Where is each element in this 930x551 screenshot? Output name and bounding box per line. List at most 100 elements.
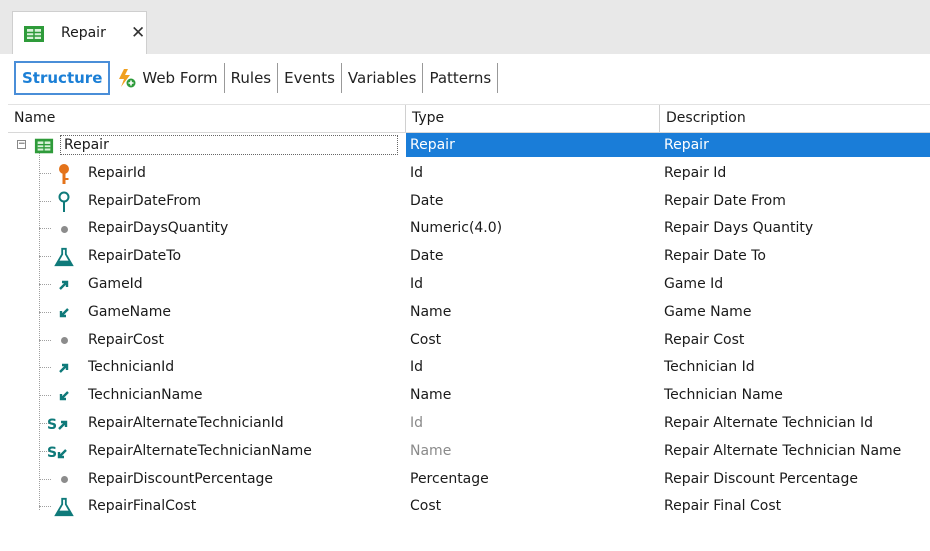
table-row[interactable]: S RepairAlternateTechnicianId Id Repair Alt… <box>8 410 930 438</box>
attribute-type[interactable]: Numeric(4.0) <box>410 215 502 243</box>
attribute-type[interactable]: Name <box>410 299 451 327</box>
object-part-tabs: Structure Web Form Rules Events Variable… <box>14 61 499 95</box>
subtype-inferred-icon: S <box>46 442 76 462</box>
attribute-name[interactable]: RepairAlternateTechnicianId <box>88 410 284 438</box>
attribute-type[interactable]: Name <box>410 438 451 466</box>
tab-structure[interactable]: Structure <box>14 61 111 95</box>
tree-branch-line <box>39 339 51 341</box>
formula-flask-icon <box>54 497 74 517</box>
svg-text:S: S <box>47 445 57 460</box>
candidate-key-icon <box>54 191 74 212</box>
inferred-attribute-icon <box>54 303 74 323</box>
attribute-type[interactable]: Id <box>410 160 423 188</box>
attribute-name[interactable]: RepairDateFrom <box>88 188 201 216</box>
tree-branch-line <box>39 478 51 480</box>
table-row-root[interactable]: − Repair Repair Repair <box>8 132 930 160</box>
tree-branch-line <box>39 395 51 397</box>
attribute-description[interactable]: Repair Date To <box>664 243 766 271</box>
attribute-description[interactable]: Repair Alternate Technician Id <box>664 410 873 438</box>
attribute-name[interactable]: GameName <box>88 299 171 327</box>
attribute-type[interactable]: Id <box>410 271 423 299</box>
foreign-key-icon <box>54 358 74 378</box>
primary-key-icon <box>54 163 74 184</box>
tree-branch-line <box>39 256 51 258</box>
document-tabstrip: Repair ✕ <box>0 0 930 54</box>
structure-grid: − Repair Repair Repair RepairId Id Repair … <box>8 132 930 521</box>
attribute-type[interactable]: Name <box>410 382 451 410</box>
table-row[interactable]: GameName Name Game Name <box>8 299 930 327</box>
table-row[interactable]: TechnicianId Id Technician Id <box>8 354 930 382</box>
tab-rules[interactable]: Rules <box>225 63 279 93</box>
table-row[interactable]: RepairCost Cost Repair Cost <box>8 327 930 355</box>
tab-variables[interactable]: Variables <box>342 63 424 93</box>
foreign-key-icon <box>54 275 74 295</box>
table-row[interactable]: RepairFinalCost Cost Repair Final Cost <box>8 493 930 521</box>
table-row[interactable]: RepairId Id Repair Id <box>8 160 930 188</box>
table-row[interactable]: RepairDaysQuantity Numeric(4.0) Repair Day… <box>8 215 930 243</box>
attribute-description[interactable]: Repair Cost <box>664 327 744 355</box>
attribute-name[interactable]: RepairAlternateTechnicianName <box>88 438 312 466</box>
subtype-foreign-key-icon: S <box>46 414 76 434</box>
attribute-name[interactable]: RepairDiscountPercentage <box>88 466 273 494</box>
table-row[interactable]: GameId Id Game Id <box>8 271 930 299</box>
attribute-description[interactable]: Game Name <box>664 299 751 327</box>
attribute-type[interactable]: Cost <box>410 327 441 355</box>
formula-flask-icon <box>54 247 74 267</box>
attribute-type[interactable]: Cost <box>410 493 441 521</box>
attribute-description[interactable]: Repair Alternate Technician Name <box>664 438 901 466</box>
tree-branch-line <box>39 367 51 369</box>
svg-text:S: S <box>47 417 57 432</box>
tree-branch-line <box>39 506 51 508</box>
attribute-name[interactable]: RepairDateTo <box>88 243 181 271</box>
attribute-description[interactable]: Repair Discount Percentage <box>664 466 858 494</box>
tree-branch-line <box>39 311 51 313</box>
table-row[interactable]: TechnicianName Name Technician Name <box>8 382 930 410</box>
grid-header: Name Type Description <box>8 104 930 133</box>
tree-branch-line <box>39 228 51 230</box>
tab-web-form[interactable]: Web Form <box>110 63 225 93</box>
column-header-name[interactable]: Name <box>8 105 406 132</box>
table-row[interactable]: S RepairAlternateTechnicianName Name Repair… <box>8 438 930 466</box>
attribute-dot-icon <box>54 331 74 351</box>
column-header-type[interactable]: Type <box>406 105 660 132</box>
root-description[interactable]: Repair <box>664 132 709 160</box>
tree-branch-line <box>39 283 51 285</box>
attribute-name[interactable]: RepairFinalCost <box>88 493 196 521</box>
attribute-name[interactable]: GameId <box>88 271 143 299</box>
attribute-name[interactable]: TechnicianId <box>88 354 174 382</box>
attribute-type[interactable]: Percentage <box>410 466 489 494</box>
inferred-attribute-icon <box>54 386 74 406</box>
transaction-icon <box>34 136 54 156</box>
attribute-type[interactable]: Date <box>410 243 443 271</box>
attribute-description[interactable]: Technician Name <box>664 382 783 410</box>
attribute-type[interactable]: Id <box>410 410 423 438</box>
collapse-toggle[interactable]: − <box>17 140 26 149</box>
root-type[interactable]: Repair <box>410 132 455 160</box>
attribute-dot-icon <box>54 219 74 239</box>
attribute-type[interactable]: Id <box>410 354 423 382</box>
tab-label: Repair <box>61 25 106 41</box>
attribute-name[interactable]: RepairCost <box>88 327 164 355</box>
column-header-description[interactable]: Description <box>660 105 930 132</box>
table-row[interactable]: RepairDateFrom Date Repair Date From <box>8 188 930 216</box>
close-icon[interactable]: ✕ <box>131 23 145 43</box>
table-row[interactable]: RepairDiscountPercentage Percentage Repair… <box>8 466 930 494</box>
attribute-description[interactable]: Technician Id <box>664 354 755 382</box>
attribute-description[interactable]: Repair Id <box>664 160 726 188</box>
attribute-description[interactable]: Repair Days Quantity <box>664 215 813 243</box>
attribute-description[interactable]: Game Id <box>664 271 723 299</box>
attribute-description[interactable]: Repair Final Cost <box>664 493 781 521</box>
attribute-type[interactable]: Date <box>410 188 443 216</box>
root-name[interactable]: Repair <box>64 132 109 160</box>
focus-rectangle <box>60 135 398 155</box>
tab-events[interactable]: Events <box>278 63 342 93</box>
webform-icon <box>116 68 136 88</box>
tab-patterns[interactable]: Patterns <box>423 63 499 93</box>
table-row[interactable]: RepairDateTo Date Repair Date To <box>8 243 930 271</box>
attribute-name[interactable]: RepairId <box>88 160 146 188</box>
attribute-description[interactable]: Repair Date From <box>664 188 786 216</box>
attribute-name[interactable]: RepairDaysQuantity <box>88 215 228 243</box>
attribute-name[interactable]: TechnicianName <box>88 382 202 410</box>
attribute-dot-icon <box>54 470 74 490</box>
tab-repair[interactable]: Repair ✕ <box>12 11 147 54</box>
